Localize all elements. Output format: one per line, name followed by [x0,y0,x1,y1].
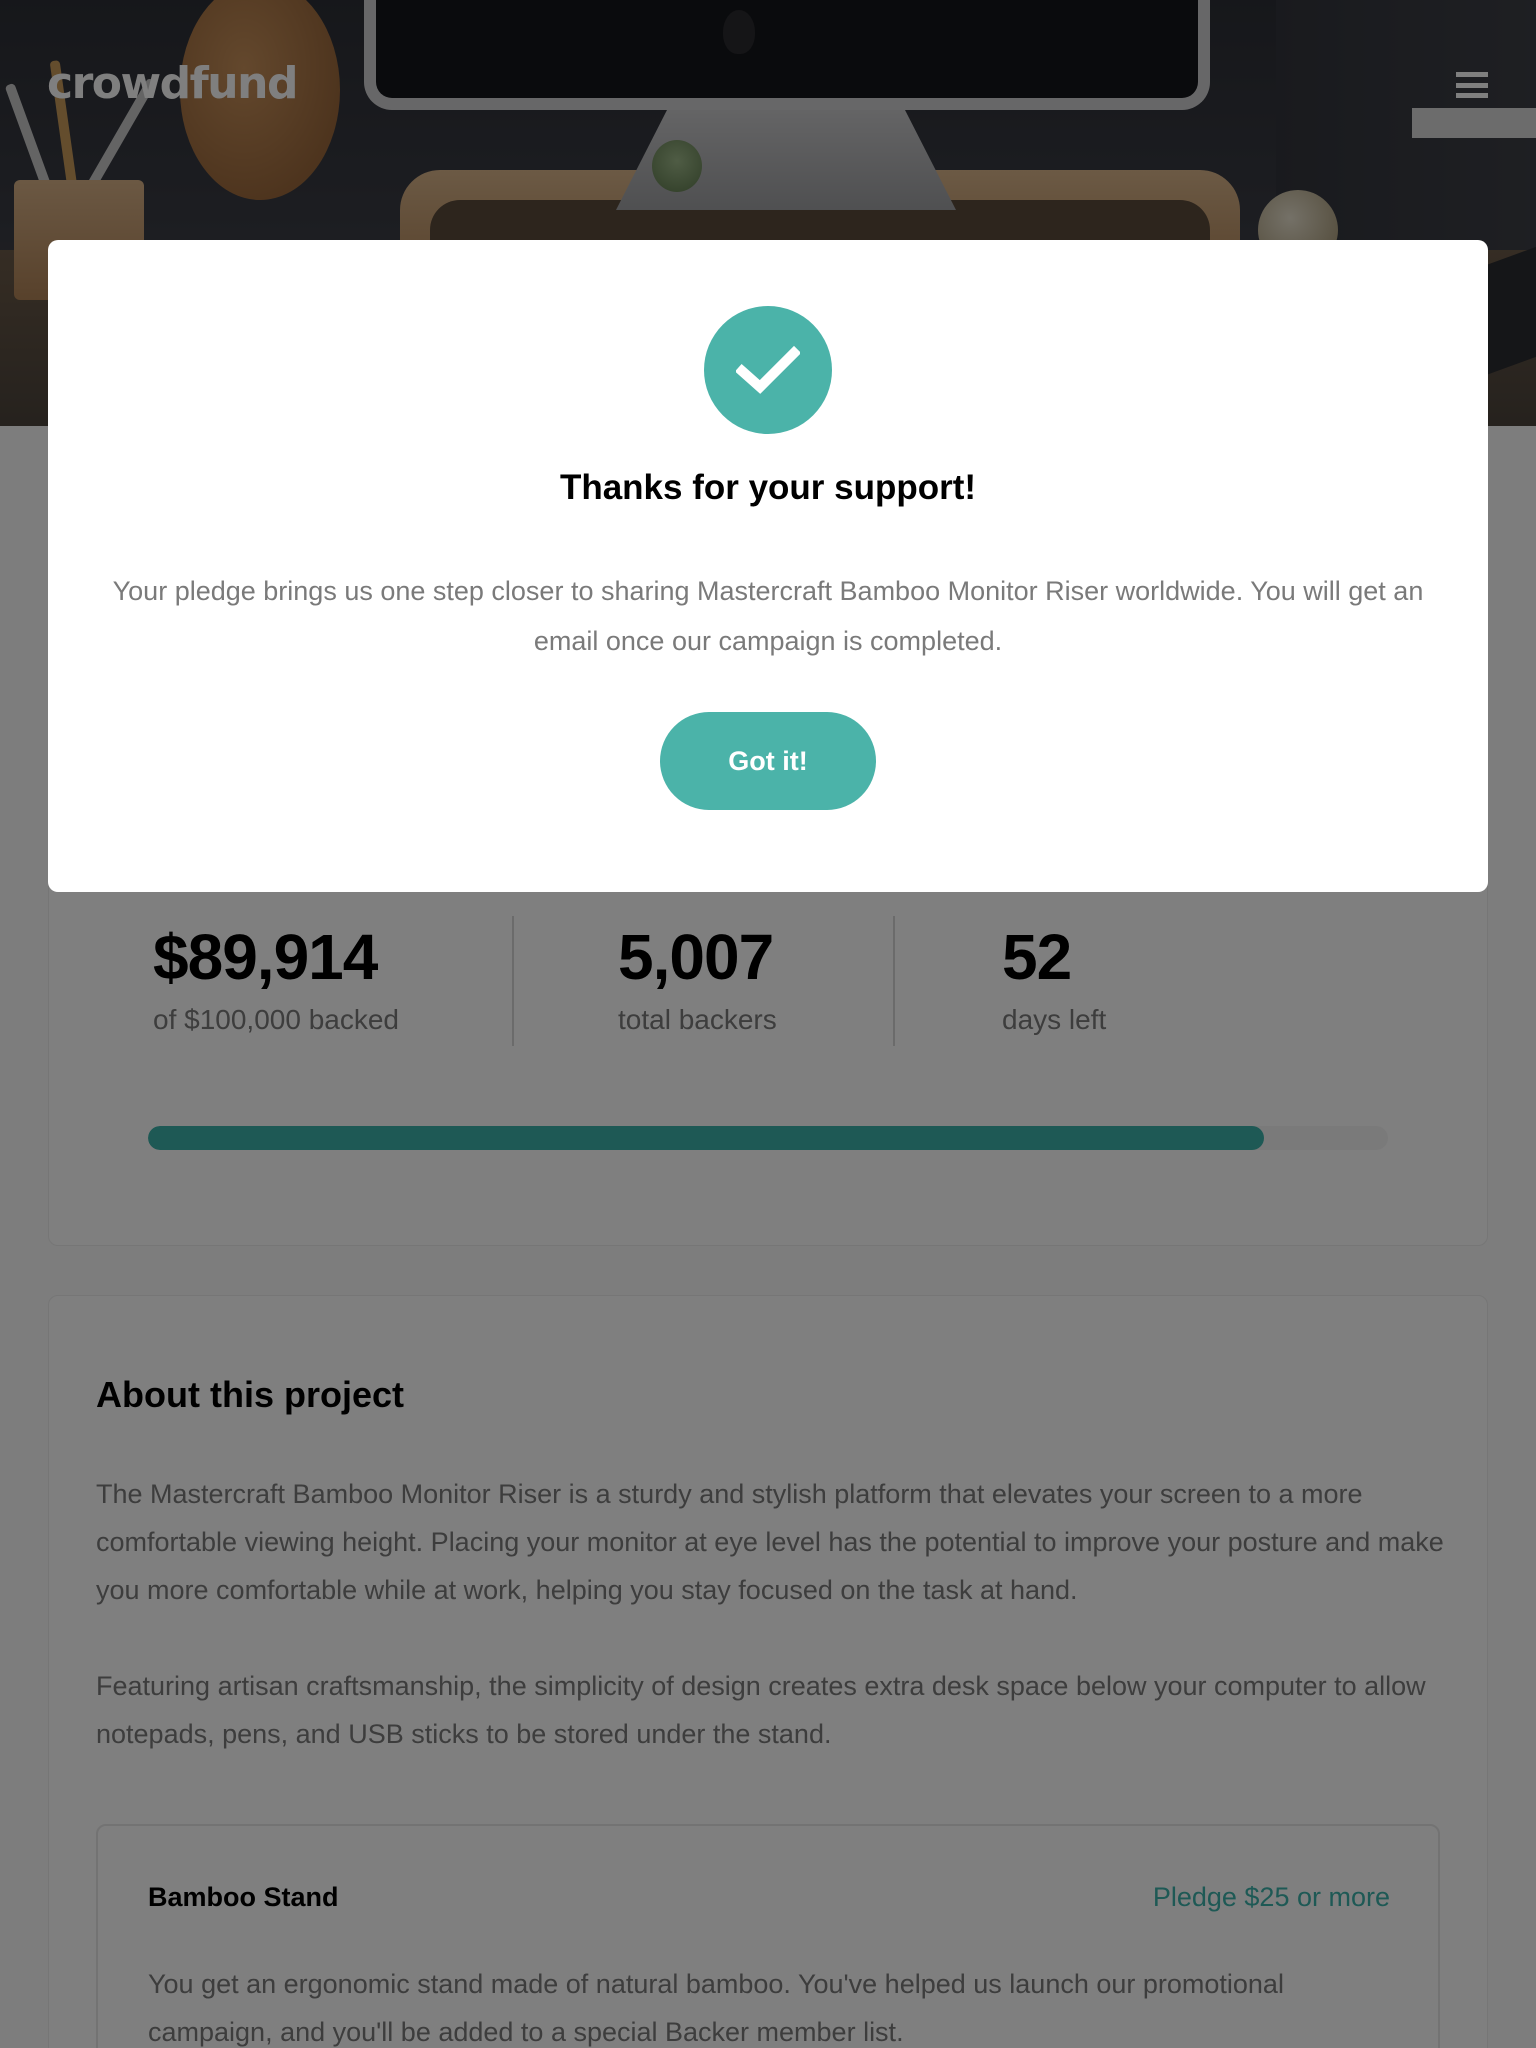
got-it-button[interactable]: Got it! [660,712,876,810]
modal-title: Thanks for your support! [559,468,977,507]
success-modal: Thanks for your support! Your pledge bri… [48,240,1488,892]
check-icon [704,306,832,434]
modal-message: Your pledge brings us one step closer to… [112,576,1424,656]
